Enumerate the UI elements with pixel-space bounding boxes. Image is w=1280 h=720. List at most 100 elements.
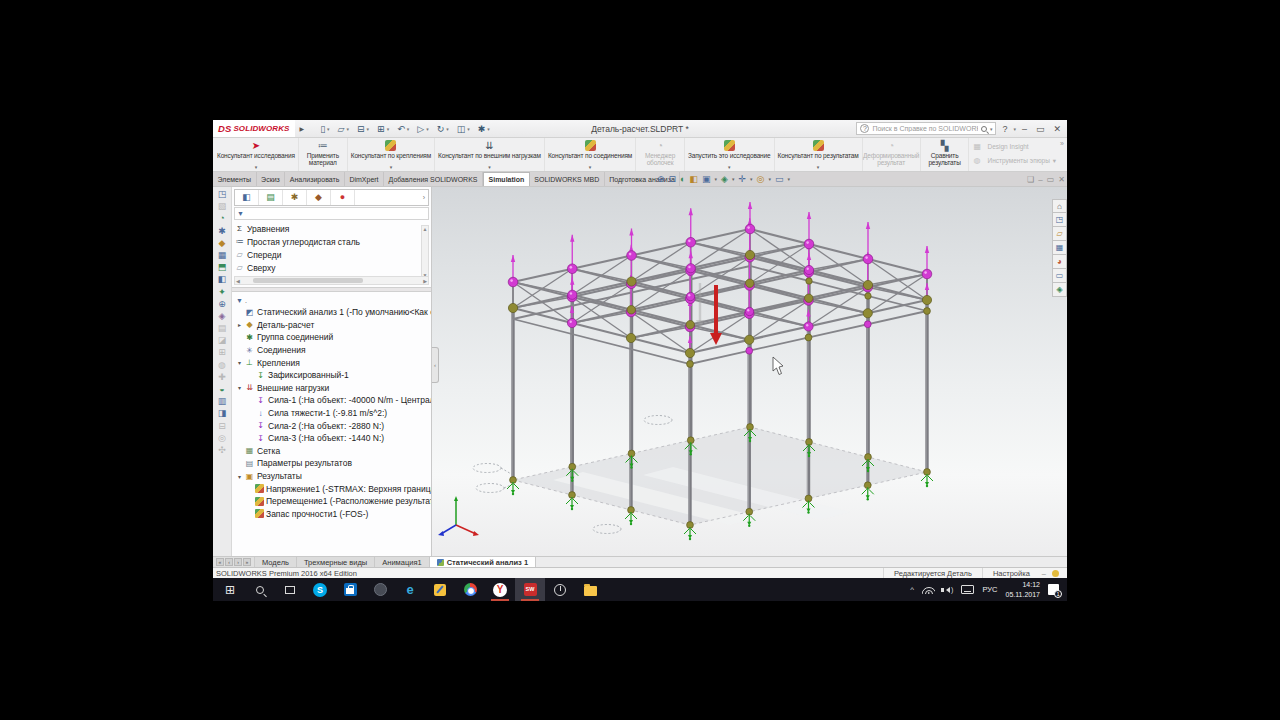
section-view-icon[interactable]: ◧ [690, 174, 699, 184]
command-tab-4[interactable]: Добавления SOLIDWORKS [384, 172, 483, 186]
tool3-icon[interactable]: ◍ [218, 361, 226, 370]
hide-show-icon[interactable]: ✛ [739, 174, 747, 184]
command-tab-3[interactable]: DimXpert [345, 172, 384, 186]
view-orientation-icon[interactable]: ▣ [702, 174, 711, 184]
taskbar-task-view-icon[interactable] [275, 578, 305, 601]
study-tree-item[interactable]: ↧Сила-3 (:На объект: -1440 N:) [232, 432, 431, 445]
mesh-icon[interactable]: ◧ [218, 275, 227, 284]
options-icon[interactable]: ✱▾ [475, 124, 493, 134]
command-tab-1[interactable]: Эскиз [257, 172, 286, 186]
fixtures-icon[interactable]: ✱ [218, 227, 226, 236]
model-tab-2[interactable]: Анимация1 [375, 557, 429, 567]
help-button[interactable]: ? [999, 124, 1010, 134]
file-explorer-icon[interactable]: ▦ [1052, 241, 1067, 255]
status-settings[interactable]: Настройка [982, 568, 1040, 578]
resources-icon[interactable]: ◳ [1052, 213, 1067, 227]
command-tab-0[interactable]: Элементы [213, 172, 257, 186]
custom-properties-icon[interactable]: ▭ [1052, 269, 1067, 283]
dimxpertmanager-tab[interactable]: ◆ [307, 190, 331, 205]
tree-horizontal-scrollbar[interactable]: ◀▶ [234, 276, 429, 285]
tool1-icon[interactable]: ◪ [218, 336, 227, 345]
command-tab-6[interactable]: SOLIDWORKS MBD [530, 172, 605, 186]
study-tree-item[interactable]: Перемещение1 (-Расположение результата-) [232, 495, 431, 508]
ribbon-run-study[interactable]: Запустить это исследование▾ [685, 138, 775, 171]
new-document-icon[interactable]: ▯▾ [317, 124, 332, 134]
ribbon-loads-advisor[interactable]: ⇊Консультант по внешним нагрузкам▾ [435, 138, 545, 171]
wifi-icon[interactable] [922, 585, 935, 594]
language-indicator[interactable]: РУС [982, 585, 997, 594]
tool10-icon[interactable]: ✣ [218, 446, 226, 455]
graphics-viewport[interactable]: ⌂◳▱▦◕▭◈ ‹ [432, 187, 1067, 556]
close-button[interactable]: ✕ [1050, 124, 1064, 134]
select-icon[interactable]: ▷▾ [414, 124, 431, 134]
file-properties-icon[interactable]: ◫▾ [454, 124, 473, 134]
model-tab-3[interactable]: Статический анализ 1 [430, 557, 536, 567]
taskbar-solidworks-icon[interactable]: SW [515, 578, 545, 601]
minimize-button[interactable]: – [1019, 124, 1030, 134]
help-search-box[interactable]: ? Поиск в Справке по SOLIDWORKS ▾ [856, 122, 996, 135]
taskbar-start-icon[interactable]: ⊞ [215, 578, 245, 601]
report-icon[interactable]: ◈ [219, 312, 226, 321]
tool2-icon[interactable]: ⊞ [218, 348, 226, 357]
ribbon-expand-icon[interactable]: » [1060, 138, 1067, 171]
model-tab-nav-3[interactable]: » [243, 558, 251, 566]
open-icon[interactable]: ▱▾ [335, 124, 352, 134]
search-icon[interactable] [981, 126, 987, 132]
zoom-area-icon[interactable]: ⊡ [669, 174, 677, 184]
forum-icon[interactable]: ◈ [1052, 283, 1067, 297]
study-tree-item[interactable]: Запас прочности1 (-FOS-) [232, 508, 431, 521]
model-tab-nav-2[interactable]: › [234, 558, 242, 566]
touch-keyboard-icon[interactable] [961, 585, 974, 594]
panel-flyout-handle[interactable]: ‹ [432, 347, 439, 383]
tool6-icon[interactable]: ▥ [218, 397, 227, 406]
taskbar-store-icon[interactable] [335, 578, 365, 601]
taskbar-explorer-icon[interactable] [575, 578, 605, 601]
study-tree-item[interactable]: ↧Сила-2 (:На объект: -2880 N:) [232, 419, 431, 432]
taskbar-browser-dark-icon[interactable] [365, 578, 395, 601]
ribbon-results-advisor[interactable]: Консультант по результатам▾ [775, 138, 863, 171]
volume-icon[interactable]: ) [943, 586, 953, 593]
tree-item[interactable]: ≔Простая углеродистая сталь [234, 235, 431, 248]
taskbar-clock-app-icon[interactable] [545, 578, 575, 601]
model-tab-nav-0[interactable]: « [216, 558, 224, 566]
ribbon-fixtures-advisor[interactable]: Консультант по креплениям▾ [348, 138, 435, 171]
compare-icon[interactable]: ▤ [218, 324, 227, 333]
tool5-icon[interactable]: ◒ [219, 385, 224, 394]
notifications-icon[interactable]: 1 [1048, 584, 1059, 595]
expander-icon[interactable]: ▸ [235, 321, 244, 328]
tree-item[interactable]: ▱Сверху [234, 261, 431, 274]
featuremanager-tab[interactable]: ◧ [235, 190, 259, 205]
ribbon-material[interactable]: ≔Применить материал [299, 138, 348, 171]
study-tree-item[interactable]: ▾⊥Крепления [232, 356, 431, 369]
shell-icon[interactable]: ⬒ [218, 263, 227, 272]
tree-item[interactable]: ΣУравнения [234, 222, 431, 235]
scene-icon[interactable]: ▭ [775, 174, 784, 184]
expander-icon[interactable]: ▾ [235, 473, 244, 480]
model-tab-nav-1[interactable]: ‹ [225, 558, 233, 566]
expander-icon[interactable]: ▾ [235, 384, 244, 391]
previous-view-icon[interactable]: ◐ [680, 174, 685, 184]
doc-restore-icon[interactable]: ❏ [1027, 175, 1034, 184]
study-tree-item[interactable]: ↧Сила-1 (:На объект: -40000 N/m - Центра… [232, 394, 431, 407]
display-style-icon[interactable]: ◈ [721, 174, 728, 184]
ribbon-connections-advisor[interactable]: Консультант по соединениям▾ [545, 138, 636, 171]
displaymanager-tab[interactable]: ● [331, 190, 355, 205]
run-icon[interactable]: ✦ [218, 288, 226, 297]
taskbar-skype-icon[interactable]: S [305, 578, 335, 601]
help-dropdown-icon[interactable]: ▾ [1013, 126, 1016, 132]
doc-minimize-icon[interactable]: – [1038, 175, 1042, 184]
study-tree-item[interactable]: Напряжение1 (-STRMAX: Верхняя граница ос… [232, 482, 431, 495]
study-tree-item[interactable]: ◩Статический анализ 1 (-По умолчанию<Как… [232, 306, 431, 319]
undo-icon[interactable]: ↶▾ [394, 124, 412, 134]
study-tree-item[interactable]: ▤Параметры результатов [232, 457, 431, 470]
study-tree-item[interactable]: ▾▣Результаты [232, 470, 431, 483]
command-tab-2[interactable]: Анализировать [285, 172, 345, 186]
tree-vertical-scrollbar[interactable]: ▲▼ [421, 225, 429, 279]
plot-icon[interactable]: ⊕ [218, 300, 226, 309]
simulation-icon[interactable]: ◔ [219, 214, 224, 223]
taskbar-search-icon[interactable] [245, 578, 275, 601]
connections-icon[interactable]: ▦ [218, 251, 227, 260]
tray-expand-icon[interactable]: ^ [910, 585, 914, 594]
ribbon-compare-results[interactable]: ▚Сравнить результаты [921, 138, 970, 171]
tool8-icon[interactable]: ⊟ [218, 422, 226, 431]
